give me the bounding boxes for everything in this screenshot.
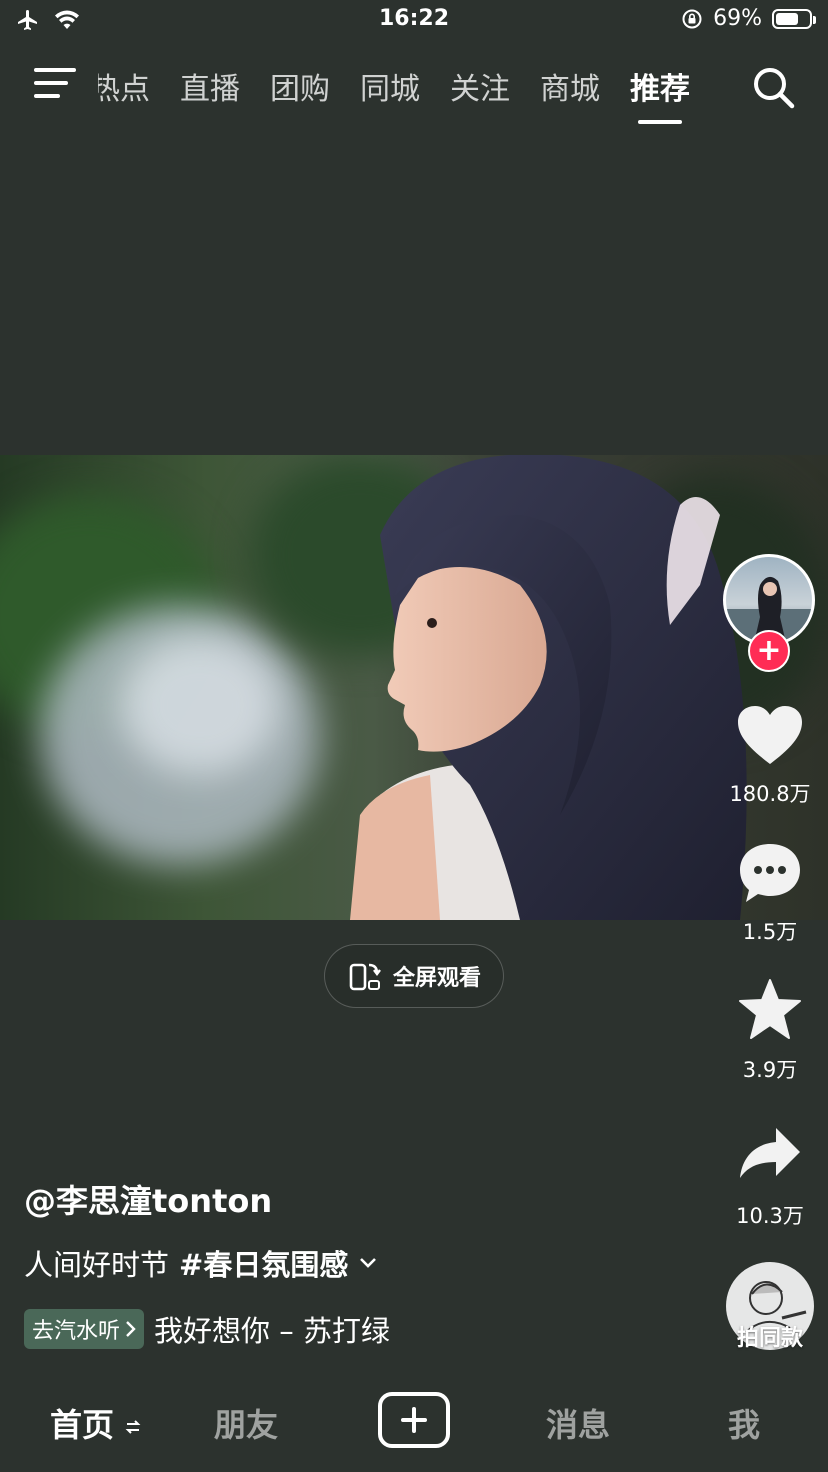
person-image (350, 455, 747, 920)
rotate-phone-icon (349, 963, 381, 991)
bottom-nav: 首页 朋友 消息 我 (0, 1380, 828, 1472)
tab-group-buy[interactable]: 团购 (270, 64, 330, 108)
fullscreen-label: 全屏观看 (392, 966, 481, 991)
chevron-down-icon[interactable] (358, 1256, 378, 1270)
battery-percent: 69% (713, 6, 762, 31)
nav-home-label: 首页 (50, 1406, 115, 1444)
tab-hot[interactable]: 热点 (98, 64, 150, 108)
status-right: 69% (681, 6, 816, 31)
author-username[interactable]: @李思潼tonton (24, 1176, 272, 1222)
comment-count: 1.5万 (742, 920, 798, 944)
music-badge-label: 去汽水听 (32, 1319, 121, 1344)
music-app-badge[interactable]: 去汽水听 (24, 1309, 145, 1349)
like-heart-icon[interactable] (736, 704, 804, 768)
tab-following[interactable]: 关注 (450, 64, 510, 108)
same-style-label[interactable]: 拍同款 (714, 1320, 826, 1352)
chevron-right-icon (126, 1321, 136, 1337)
tab-recommend[interactable]: 推荐 (630, 64, 690, 124)
active-tab-indicator (638, 120, 682, 124)
music-row: 去汽水听 我好想你 – 苏打绿 (24, 1308, 390, 1350)
create-button[interactable] (378, 1392, 450, 1448)
tab-mall[interactable]: 商城 (540, 64, 600, 108)
like-count: 180.8万 (729, 782, 811, 806)
tab-recommend-label: 推荐 (630, 72, 690, 107)
music-title[interactable]: 我好想你 – 苏打绿 (154, 1308, 390, 1350)
follow-button[interactable]: + (748, 630, 790, 672)
video-player[interactable] (0, 455, 828, 920)
search-icon[interactable] (750, 64, 796, 110)
tab-live[interactable]: 直播 (180, 64, 240, 108)
menu-icon[interactable] (34, 66, 76, 100)
nav-friends[interactable]: 朋友 (214, 1400, 278, 1446)
plus-icon: + (756, 633, 782, 668)
top-tabs: 热点 直播 团购 同城 关注 商城 推荐 (98, 64, 720, 124)
battery-icon (772, 8, 816, 29)
comment-icon[interactable] (736, 840, 804, 904)
share-icon[interactable] (736, 1122, 804, 1186)
video-caption[interactable]: 人间好时节 #春日氛围感 (24, 1242, 378, 1284)
rotation-lock-icon (682, 9, 702, 28)
favorite-count: 3.9万 (742, 1058, 798, 1082)
nav-me[interactable]: 我 (728, 1400, 760, 1446)
swap-icon (125, 1420, 141, 1434)
nav-home[interactable]: 首页 (50, 1400, 141, 1446)
fullscreen-button[interactable]: 全屏观看 (324, 944, 504, 1008)
nav-messages[interactable]: 消息 (546, 1400, 610, 1446)
tab-nearby[interactable]: 同城 (360, 64, 420, 108)
caption-text: 人间好时节 (24, 1248, 170, 1282)
favorite-star-icon[interactable] (736, 978, 804, 1042)
share-count: 10.3万 (736, 1204, 804, 1228)
plus-icon (401, 1407, 427, 1433)
caption-hashtag[interactable]: #春日氛围感 (179, 1242, 348, 1284)
